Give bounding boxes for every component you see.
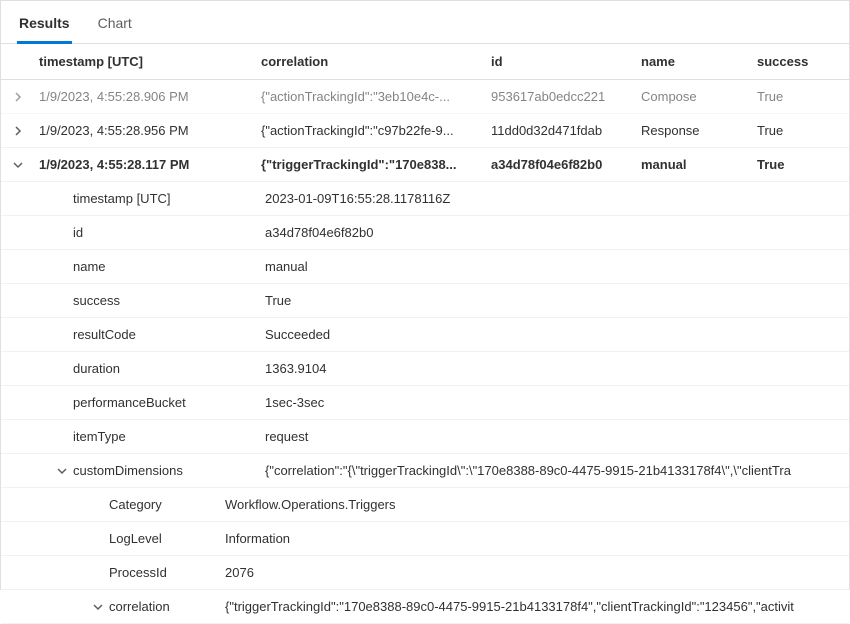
chevron-down-icon[interactable] [91,600,105,614]
detail-value: request [265,429,849,444]
detail-key: id [1,225,265,240]
detail-row: timestamp [UTC] 2023-01-09T16:55:28.1178… [1,182,849,216]
table-row[interactable]: 1/9/2023, 4:55:28.956 PM {"actionTrackin… [1,114,849,148]
col-header-timestamp[interactable]: timestamp [UTC] [35,54,261,69]
detail-key: duration [1,361,265,376]
detail-row: success True [1,284,849,318]
table-row[interactable]: 1/9/2023, 4:55:28.906 PM {"actionTrackin… [1,80,849,114]
detail-value: 2076 [225,565,849,580]
chevron-down-icon[interactable] [55,464,69,478]
cell-timestamp: 1/9/2023, 4:55:28.117 PM [35,157,261,172]
detail-key: itemType [1,429,265,444]
cell-success: True [757,89,849,104]
cell-id: 953617ab0edcc221 [491,89,641,104]
detail-value: 1sec-3sec [265,395,849,410]
chevron-down-icon[interactable] [11,158,25,172]
col-header-success[interactable]: success [757,54,849,69]
cell-success: True [757,123,849,138]
detail-key: ProcessId [1,565,225,580]
cell-correlation: {"triggerTrackingId":"170e838... [261,157,491,172]
detail-key: performanceBucket [1,395,265,410]
detail-value: True [265,293,849,308]
cell-timestamp: 1/9/2023, 4:55:28.956 PM [35,123,261,138]
detail-value: 2023-01-09T16:55:28.1178116Z [265,191,849,206]
correlation-prefix: {"triggerTrackingId":"170e8388-89c0-4475… [225,599,596,614]
cell-correlation: {"actionTrackingId":"3eb10e4c-... [261,89,491,104]
detail-value: 1363.9104 [265,361,849,376]
cell-name: Compose [641,89,757,104]
cell-name: Response [641,123,757,138]
detail-row: itemType request [1,420,849,454]
chevron-right-icon[interactable] [11,124,25,138]
cell-name: manual [641,157,757,172]
detail-key: LogLevel [1,531,225,546]
detail-row[interactable]: ProcessId 2076 [1,556,849,590]
detail-value: a34d78f04e6f82b0 [265,225,849,240]
detail-key: customDimensions [73,463,183,478]
detail-row[interactable]: customDimensions {"correlation":"{\"trig… [1,454,849,488]
detail-row[interactable]: correlation {"triggerTrackingId":"170e83… [1,590,849,624]
detail-value: Information [225,531,849,546]
detail-key: success [1,293,265,308]
cell-timestamp: 1/9/2023, 4:55:28.906 PM [35,89,261,104]
detail-row: duration 1363.9104 [1,352,849,386]
detail-row[interactable]: LogLevel Information [1,522,849,556]
detail-row[interactable]: Category Workflow.Operations.Triggers [1,488,849,522]
detail-key: timestamp [UTC] [1,191,265,206]
detail-value: Succeeded [265,327,849,342]
col-header-correlation[interactable]: correlation [261,54,491,69]
cell-success: True [757,157,849,172]
detail-value: {"triggerTrackingId":"170e8388-89c0-4475… [225,599,849,614]
detail-key: Category [1,497,225,512]
detail-key: correlation [109,599,170,614]
tab-chart[interactable]: Chart [96,9,134,44]
chevron-right-icon[interactable] [11,90,25,104]
tab-results[interactable]: Results [17,9,72,44]
correlation-suffix: ,"activit [752,599,793,614]
detail-row: performanceBucket 1sec-3sec [1,386,849,420]
col-header-id[interactable]: id [491,54,641,69]
correlation-highlight: "clientTrackingId":"123456" [596,599,752,614]
tabs-bar: Results Chart [1,1,849,44]
expanded-details: timestamp [UTC] 2023-01-09T16:55:28.1178… [1,182,849,624]
detail-key: name [1,259,265,274]
column-headers: timestamp [UTC] correlation id name succ… [1,44,849,80]
table-row[interactable]: 1/9/2023, 4:55:28.117 PM {"triggerTracki… [1,148,849,182]
cell-id: 11dd0d32d471fdab [491,123,641,138]
cell-id: a34d78f04e6f82b0 [491,157,641,172]
cell-correlation: {"actionTrackingId":"c97b22fe-9... [261,123,491,138]
detail-value: {"correlation":"{\"triggerTrackingId\":\… [265,463,849,478]
detail-row: resultCode Succeeded [1,318,849,352]
col-header-name[interactable]: name [641,54,757,69]
detail-row: name manual [1,250,849,284]
detail-row: id a34d78f04e6f82b0 [1,216,849,250]
detail-value: Workflow.Operations.Triggers [225,497,849,512]
detail-value: manual [265,259,849,274]
detail-key: resultCode [1,327,265,342]
